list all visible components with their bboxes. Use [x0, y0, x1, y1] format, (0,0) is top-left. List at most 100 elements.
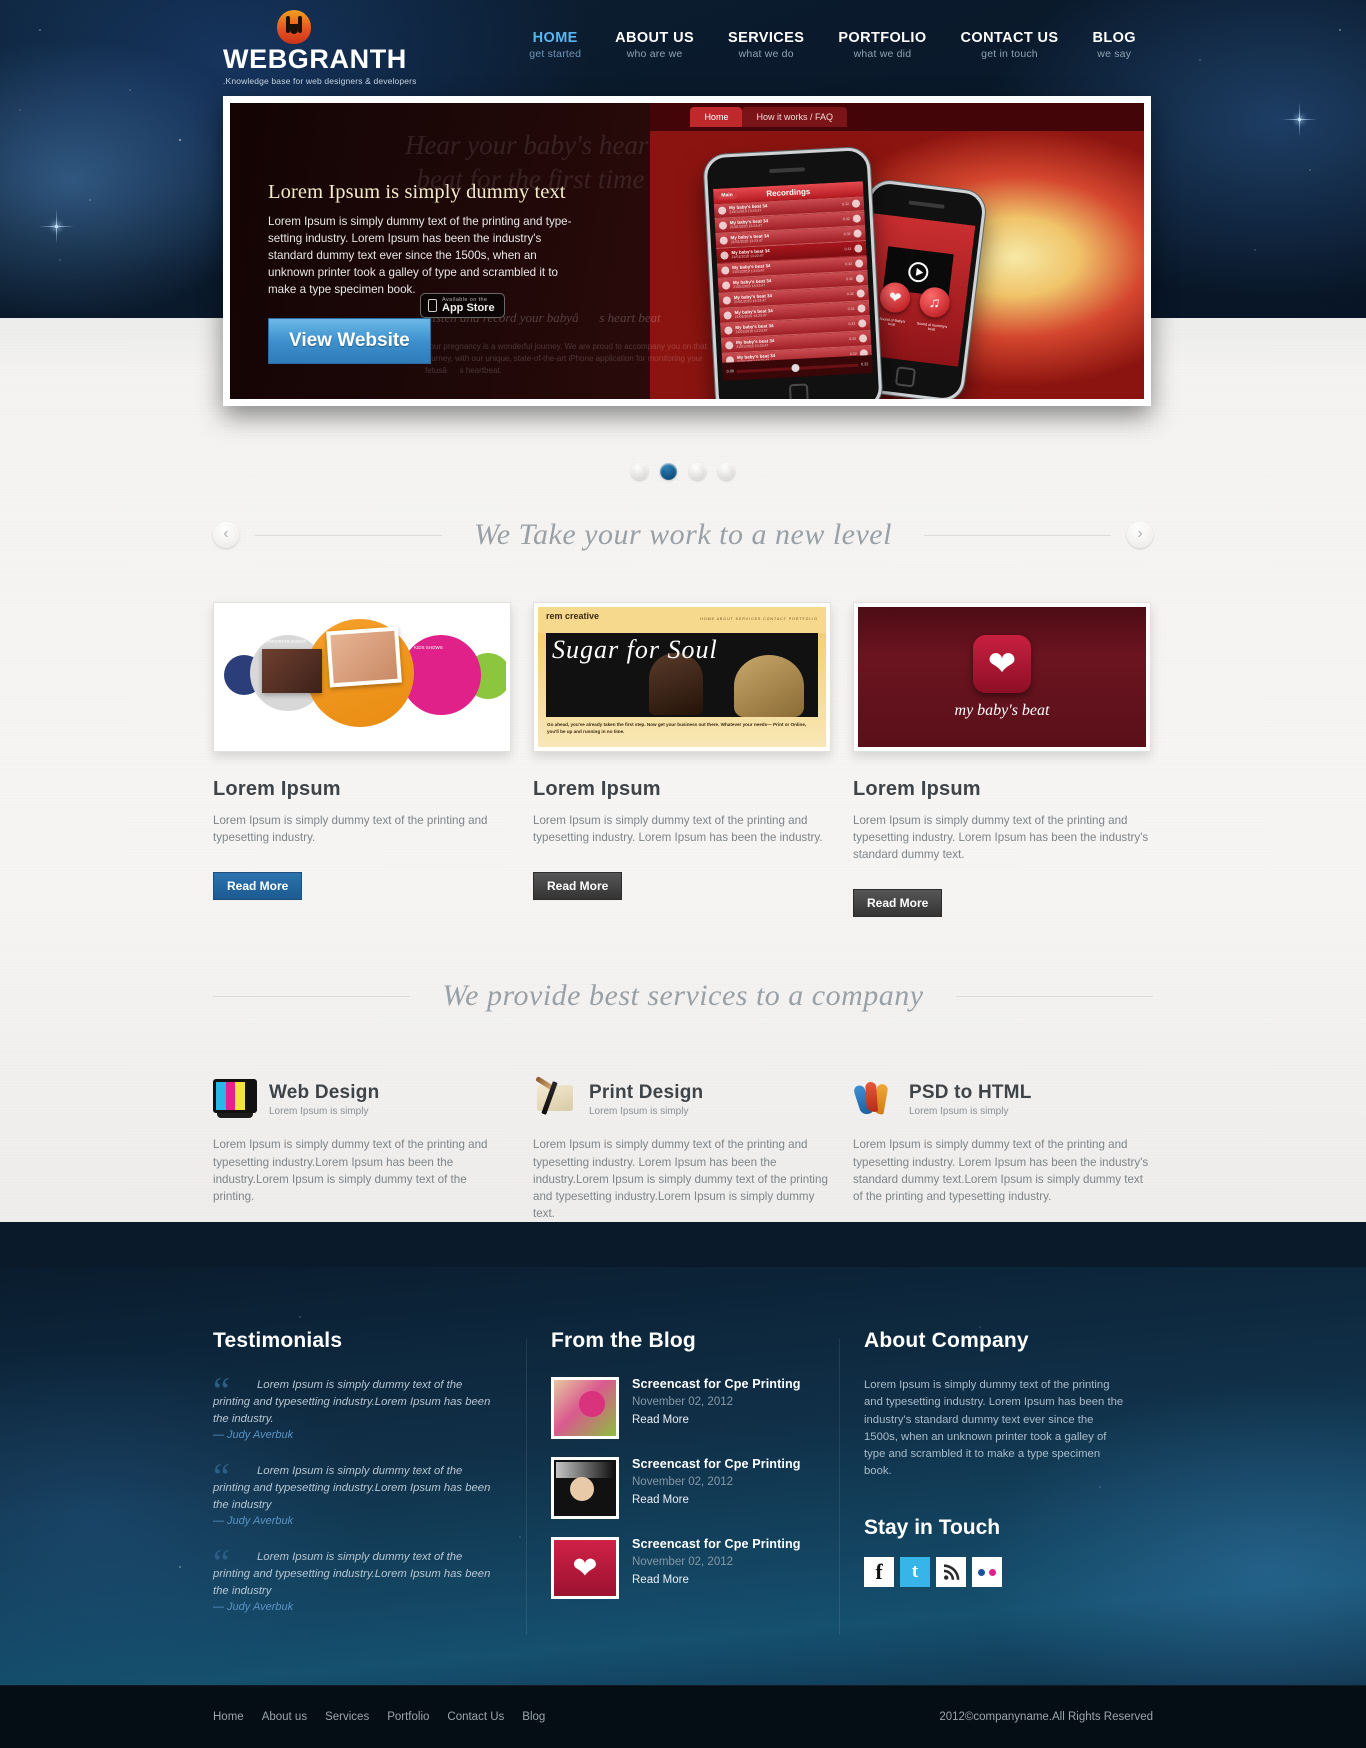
portfolio-card-1[interactable]: CORPORATE EVENT KIDS SHOWS Lorem Ipsum L…	[213, 602, 511, 917]
blog-item[interactable]: ❤ Screencast for Cpe Printing November 0…	[551, 1537, 811, 1600]
facebook-icon[interactable]: f	[864, 1557, 894, 1588]
portfolio-thumbnail-3[interactable]: ❤ my baby's beat	[853, 602, 1151, 752]
nav-item-portfolio[interactable]: PORTFOLIO what we did	[821, 30, 943, 60]
play-icon[interactable]	[719, 221, 728, 230]
portfolio-card-text: Lorem Ipsum is simply dummy text of the …	[853, 814, 1149, 862]
play-icon[interactable]	[725, 341, 734, 350]
blog-title[interactable]: Screencast for Cpe Printing	[632, 1537, 801, 1551]
nav-label: SERVICES	[728, 30, 805, 46]
blog-title[interactable]: Screencast for Cpe Printing	[632, 1457, 801, 1471]
blog-thumbnail[interactable]	[551, 1457, 619, 1520]
footer-links[interactable]: Home About us Services Portfolio Contact…	[213, 1711, 545, 1723]
blog-date: November 02, 2012	[632, 1556, 734, 1569]
main-navigation[interactable]: HOME get started ABOUT US who are we SER…	[512, 30, 1153, 60]
play-button-icon[interactable]	[854, 244, 863, 253]
nav-item-home[interactable]: HOME get started	[512, 30, 598, 60]
blog-read-more[interactable]: Read More	[632, 1574, 801, 1586]
rss-icon[interactable]	[936, 1557, 966, 1588]
nav-item-services[interactable]: SERVICES what we do	[711, 30, 821, 60]
portfolio-card-2[interactable]: rem creative HOME ABOUT SERVICES CONTACT…	[533, 602, 831, 917]
blog-thumbnail[interactable]	[551, 1377, 619, 1440]
play-icon[interactable]	[723, 296, 732, 305]
portfolio-thumbnail-1[interactable]: CORPORATE EVENT KIDS SHOWS	[213, 602, 511, 752]
recording-duration: 0.32	[844, 231, 852, 237]
testimonial-author: — Judy Averbuk	[213, 1514, 294, 1527]
play-button-icon[interactable]	[859, 334, 868, 343]
slider-dot-1[interactable]	[631, 463, 648, 480]
thumb-foot-text: Go ahead, you've already taken the first…	[547, 722, 807, 734]
play-button-icon[interactable]	[853, 214, 862, 223]
footer-link-blog[interactable]: Blog	[522, 1711, 545, 1723]
scrub-end-time: 0.32	[861, 362, 869, 367]
play-icon[interactable]	[722, 281, 731, 290]
app-store-badge[interactable]: Available on the App Store	[420, 293, 505, 318]
logo[interactable]: WEBGRANTH .Knowledge base for web design…	[223, 10, 523, 86]
footer-link-portfolio[interactable]: Portfolio	[387, 1711, 429, 1723]
testimonials-heading: Testimonials	[213, 1329, 343, 1353]
brand-name: WEBGRANTH	[223, 44, 407, 74]
blog-title[interactable]: Screencast for Cpe Printing	[632, 1377, 801, 1391]
nav-item-about-us[interactable]: ABOUT US who are we	[598, 30, 711, 60]
testimonial-item: “ Lorem Ipsum is simply dummy text of th…	[213, 1544, 498, 1613]
portfolio-card-3[interactable]: ❤ my baby's beat Lorem Ipsum Lorem Ipsum…	[853, 602, 1151, 918]
footer-link-contact-us[interactable]: Contact Us	[447, 1711, 504, 1723]
slider-dot-4[interactable]	[718, 463, 735, 480]
play-icon[interactable]	[719, 236, 729, 245]
portfolio-thumbnail-2[interactable]: rem creative HOME ABOUT SERVICES CONTACT…	[533, 602, 831, 752]
hero-slider[interactable]: Hear your baby's heart beat for the firs…	[223, 96, 1151, 406]
thumb-app-name: my baby's beat	[954, 701, 1050, 719]
service-item-psd-to-html[interactable]: PSD to HTML Lorem Ipsum is simply Lorem …	[852, 1079, 1151, 1222]
service-subtitle: Lorem Ipsum is simply	[269, 1106, 369, 1118]
footer-blog: From the Blog Screencast for Cpe Printin…	[526, 1329, 839, 1635]
divider-right	[923, 534, 1112, 536]
play-button-icon[interactable]	[855, 259, 864, 268]
portfolio-card-text: Lorem Ipsum is simply dummy text of the …	[213, 814, 488, 845]
read-more-button-2[interactable]: Read More	[533, 872, 623, 901]
footer-link-services[interactable]: Services	[325, 1711, 369, 1723]
play-icon[interactable]	[724, 326, 734, 335]
phone-speaker	[908, 200, 946, 209]
nav-item-contact-us[interactable]: CONTACT US get in touch	[944, 30, 1076, 60]
view-website-button[interactable]: View Website	[268, 318, 431, 364]
service-item-web-design[interactable]: Web Design Lorem Ipsum is simply Lorem I…	[213, 1079, 511, 1222]
play-button-icon[interactable]	[857, 304, 867, 313]
blog-item[interactable]: Screencast for Cpe Printing November 02,…	[551, 1377, 811, 1440]
play-icon[interactable]	[721, 266, 730, 275]
blog-read-more[interactable]: Read More	[632, 1494, 801, 1506]
play-button-icon[interactable]	[856, 274, 865, 283]
recording-duration: 0.32	[844, 246, 852, 252]
portfolio-next-button[interactable]: ›	[1127, 522, 1154, 548]
portfolio-prev-button[interactable]: ‹	[213, 522, 239, 548]
social-links[interactable]: f t	[864, 1557, 1124, 1588]
slider-dot-2[interactable]	[660, 463, 677, 480]
nav-label: ABOUT US	[615, 30, 695, 46]
phone-home-button	[789, 383, 810, 399]
twitter-icon[interactable]: t	[900, 1557, 930, 1588]
play-button-icon[interactable]	[858, 319, 867, 328]
blog-item[interactable]: Screencast for Cpe Printing November 02,…	[551, 1457, 811, 1520]
slider-dot-3[interactable]	[689, 463, 706, 480]
copyright-text: 2012©companyname.All Rights Reserved	[939, 1710, 1153, 1723]
thumb-mini-nav: HOME ABOUT SERVICES CONTACT PORTFOLIO	[700, 617, 818, 621]
play-button-icon[interactable]	[852, 199, 861, 208]
star-burst-decoration	[1282, 102, 1317, 137]
footer-bottom-bar: Home About us Services Portfolio Contact…	[0, 1684, 1366, 1748]
nav-item-blog[interactable]: BLOG we say	[1076, 30, 1154, 60]
play-button-icon[interactable]	[853, 229, 863, 238]
blog-thumbnail[interactable]: ❤	[551, 1537, 619, 1600]
service-item-print-design[interactable]: Print Design Lorem Ipsum is simply Lorem…	[533, 1076, 831, 1222]
footer-link-about-us[interactable]: About us	[262, 1711, 307, 1723]
play-icon[interactable]	[720, 251, 730, 260]
play-icon[interactable]	[718, 206, 727, 215]
read-more-button-1[interactable]: Read More	[213, 872, 303, 901]
read-more-button-3[interactable]: Read More	[853, 889, 943, 918]
column-divider	[526, 1339, 527, 1635]
play-icon[interactable]	[723, 311, 733, 320]
blog-read-more[interactable]: Read More	[632, 1414, 801, 1426]
star-burst-decoration	[39, 209, 74, 244]
hero-slide-content: Hear your baby's heart beat for the firs…	[230, 103, 707, 399]
phone-screen-main: Main Recordings My baby's beat 34 21/01/2…	[713, 181, 874, 381]
flickr-icon[interactable]	[972, 1557, 1002, 1588]
play-button-icon[interactable]	[856, 289, 866, 298]
footer-link-home[interactable]: Home	[213, 1711, 244, 1723]
